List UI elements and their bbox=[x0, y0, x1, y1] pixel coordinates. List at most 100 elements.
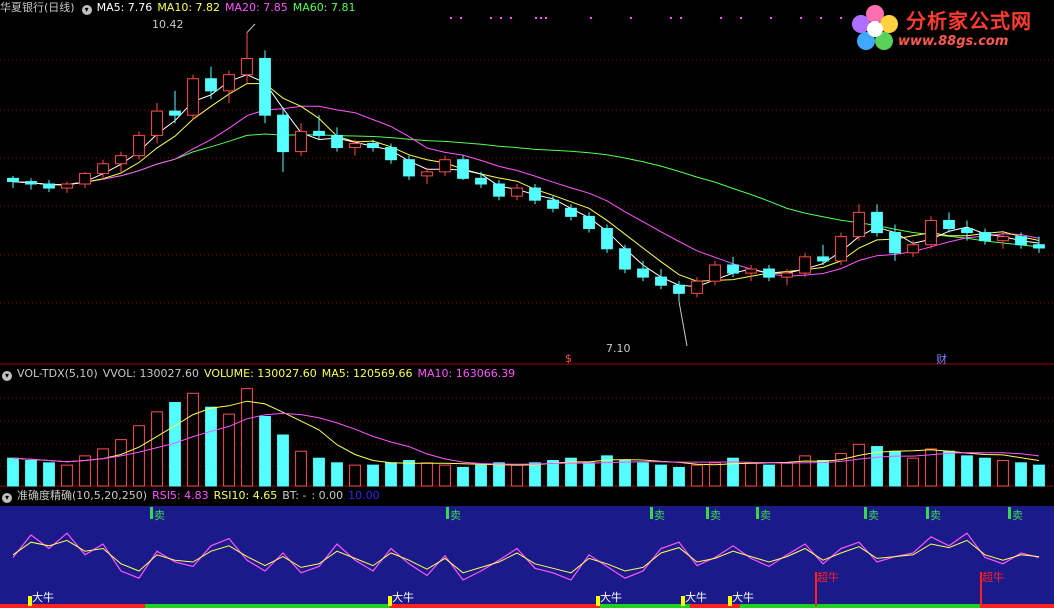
candle-body bbox=[817, 256, 829, 262]
indicator-panel[interactable]: 准确度精确(10,5,20,250) RSI5: 4.83 RSI10: 4.65 B… bbox=[0, 488, 1054, 608]
volume-bar bbox=[277, 434, 289, 487]
volume-bar bbox=[979, 457, 991, 487]
candle-body bbox=[511, 187, 523, 197]
signal-dot bbox=[720, 17, 722, 19]
candle-body bbox=[745, 268, 757, 274]
volume-bar bbox=[7, 457, 19, 487]
volume-bar bbox=[781, 462, 793, 487]
volume-bar bbox=[709, 462, 721, 487]
signal-strip bbox=[145, 604, 390, 608]
candle-body bbox=[457, 159, 469, 179]
sell-marker-bar bbox=[756, 507, 759, 519]
candle-body bbox=[637, 268, 649, 278]
volume-bar bbox=[547, 460, 559, 487]
signal-dot bbox=[820, 17, 822, 19]
event-mark-dollar: $ bbox=[565, 352, 572, 365]
volume-ma5-line bbox=[12, 400, 1040, 466]
volume-settings-icon[interactable] bbox=[2, 371, 12, 381]
volume-bar bbox=[259, 415, 271, 487]
ma60-readout: MA60: 7.81 bbox=[292, 1, 356, 14]
signal-dot bbox=[490, 17, 492, 19]
volume-bar bbox=[241, 388, 253, 487]
volume-bar bbox=[493, 462, 505, 487]
logo-title: 分析家公式网 bbox=[906, 9, 1032, 33]
rsi10-readout: RSI10: 4.65 bbox=[213, 489, 278, 502]
signal-dot bbox=[800, 17, 802, 19]
signal-dot bbox=[500, 17, 502, 19]
sell-label: 卖 bbox=[868, 509, 879, 522]
candle-body bbox=[619, 248, 631, 270]
volume-bar bbox=[457, 466, 469, 487]
volume-bar bbox=[763, 464, 775, 487]
volume-bar bbox=[43, 462, 55, 487]
candle-body bbox=[781, 272, 793, 278]
candle-body bbox=[943, 219, 955, 230]
signal-strip bbox=[740, 604, 980, 608]
sell-label: 卖 bbox=[760, 509, 771, 522]
candle-body bbox=[763, 268, 775, 278]
volume-bar bbox=[511, 464, 523, 487]
candle-body bbox=[313, 130, 325, 136]
volume-chart[interactable] bbox=[0, 366, 1054, 487]
candle-body bbox=[61, 183, 73, 189]
volume-header: VOL-TDX(5,10) VVOL: 130027.60 VOLUME: 1300… bbox=[0, 366, 520, 381]
candle-body bbox=[493, 183, 505, 197]
super-bull-label: 超牛 bbox=[817, 570, 839, 584]
candle-body bbox=[169, 110, 181, 116]
volume-bar bbox=[97, 448, 109, 487]
candle-body bbox=[367, 143, 379, 149]
signal-dot bbox=[630, 17, 632, 19]
volume-panel[interactable]: VOL-TDX(5,10) VVOL: 130027.60 VOLUME: 1300… bbox=[0, 366, 1054, 487]
high-price-label: 10.42 bbox=[152, 18, 184, 31]
volume-bar bbox=[421, 462, 433, 487]
volume-bar bbox=[1033, 464, 1045, 487]
signal-dot bbox=[540, 17, 542, 19]
signal-dot bbox=[740, 17, 742, 19]
signal-dot bbox=[510, 17, 512, 19]
candle-body bbox=[547, 199, 559, 209]
volume-bar bbox=[943, 450, 955, 487]
candle-body bbox=[187, 78, 199, 116]
indicator-settings-icon[interactable] bbox=[2, 493, 12, 503]
volume-bar bbox=[961, 455, 973, 487]
logo-url: www.88gs.com bbox=[898, 34, 1009, 49]
signal-dot bbox=[535, 17, 537, 19]
volume-bar bbox=[583, 462, 595, 487]
sell-marker-bar bbox=[150, 507, 153, 519]
stock-title: 华夏银行(日线) bbox=[0, 1, 75, 14]
candle-body bbox=[655, 276, 667, 286]
candle-body bbox=[349, 143, 361, 149]
event-mark-finance: 财 bbox=[936, 353, 947, 365]
signal-dot bbox=[680, 17, 682, 19]
sell-label: 卖 bbox=[710, 509, 721, 522]
rsi5-readout: RSI5: 4.83 bbox=[152, 489, 209, 502]
settings-dropdown-icon[interactable] bbox=[81, 5, 92, 15]
volume-bar bbox=[187, 392, 199, 487]
candle-body bbox=[871, 211, 883, 234]
site-logo: 分析家公式网 www.88gs.com bbox=[848, 2, 1048, 56]
indicator-name: 准确度精确(10,5,20,250) bbox=[17, 489, 148, 502]
volume-bar bbox=[439, 464, 451, 487]
candle-body bbox=[889, 232, 901, 254]
candle-body bbox=[385, 147, 397, 161]
volume-bar bbox=[817, 460, 829, 487]
candle-body bbox=[79, 172, 91, 185]
vol-ma10-readout: MA10: 163066.39 bbox=[417, 367, 516, 380]
candle-body bbox=[277, 114, 289, 153]
signal-dot bbox=[450, 17, 452, 19]
volume-bar bbox=[403, 460, 415, 487]
volume-bar bbox=[637, 462, 649, 487]
candle-body bbox=[403, 159, 415, 177]
candle-body bbox=[25, 181, 37, 185]
ma5-readout: MA5: 7.76 bbox=[96, 1, 153, 14]
indicator-chart[interactable]: 卖 卖 卖 卖 卖 卖 卖 卖大牛 大牛 大牛 大牛 大牛 超牛 超牛 bbox=[0, 488, 1054, 608]
sell-label: 卖 bbox=[154, 509, 165, 522]
volume-bar bbox=[673, 466, 685, 487]
candle-body bbox=[979, 232, 991, 242]
ma10-readout: MA10: 7.82 bbox=[157, 1, 221, 14]
candle-body bbox=[205, 78, 217, 92]
big-bull-label: 大牛 bbox=[600, 590, 622, 604]
signal-strip bbox=[600, 604, 690, 608]
volume-bar bbox=[691, 464, 703, 487]
signal-dot bbox=[670, 17, 672, 19]
